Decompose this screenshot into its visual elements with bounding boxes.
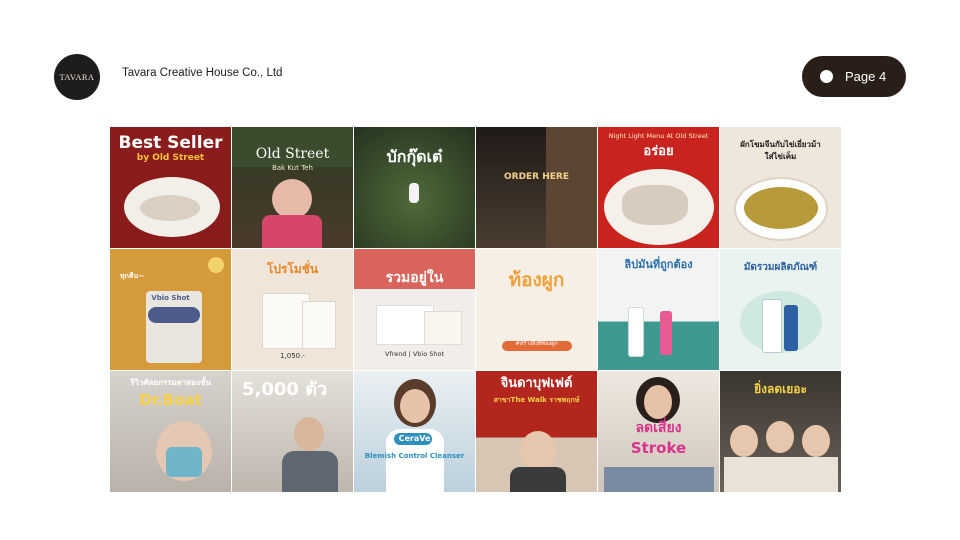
tile-subtitle: Stroke: [630, 439, 687, 457]
tile-title: ORDER HERE: [503, 172, 570, 182]
tile-badge: ทุกคืน~: [120, 272, 145, 280]
tile-subtitle: Bak Kut Teh: [272, 164, 313, 172]
tile-title: CeraVe: [398, 434, 431, 443]
tile-title: มัดรวมผลิตภัณฑ์: [743, 262, 818, 273]
tile-title: ลดเสี่ยง: [635, 420, 682, 436]
tile-title: ท้องผูก: [508, 269, 565, 291]
tile-subtitle: by Old Street: [136, 153, 205, 163]
portfolio-grid: Best Seller by Old Street Old Street Bak…: [110, 127, 841, 492]
portfolio-tile-18: ยิ่งลดเยอะ: [720, 371, 841, 492]
tile-title: Best Seller: [118, 133, 223, 153]
company-logo: TAVARA: [54, 54, 100, 100]
tile-title: ลิปมันที่ถูกต้อง: [624, 258, 693, 271]
portfolio-tile-3: บักกุ๊ดเต๋: [354, 127, 475, 248]
company-name: Tavara Creative House Co., Ltd: [122, 67, 283, 79]
portfolio-tile-16: จินดาบุฟเฟต์ สาขาThe Walk ราชพฤกษ์: [476, 371, 597, 492]
portfolio-tile-17: ลดเสี่ยง Stroke: [598, 371, 719, 492]
tile-title: โปรโมชั่น: [266, 262, 319, 276]
portfolio-tile-6: ผักโขมจีนกับไข่เยี่ยวม้า ใส่ไข่เค็ม: [720, 127, 841, 248]
portfolio-tile-12: มัดรวมผลิตภัณฑ์: [720, 249, 841, 370]
portfolio-tile-2: Old Street Bak Kut Teh: [232, 127, 353, 248]
tile-subtitle: #สร้างสิ่งที่ท้องผูก: [515, 341, 558, 347]
page-indicator: Page 4: [802, 56, 906, 97]
tile-subtitle: 1,050.-: [280, 352, 305, 360]
tile-title: Vbio Shot: [151, 294, 190, 302]
tile-subtitle: ใส่ไข่เค็ม: [764, 152, 797, 161]
page-label: Page 4: [845, 69, 887, 84]
tile-title: บักกุ๊ดเต๋: [386, 147, 443, 166]
tile-title: Old Street: [255, 146, 330, 162]
dot-icon: [820, 70, 833, 83]
tile-subtitle: รีวิวศัลยกรรมตาสองชั้น: [130, 378, 211, 387]
logo-text: TAVARA: [59, 72, 95, 82]
portfolio-tile-1: Best Seller by Old Street: [110, 127, 231, 248]
tile-title: จินดาบุฟเฟต์: [500, 376, 573, 391]
portfolio-tile-14: 5,000 ตัว: [232, 371, 353, 492]
portfolio-tile-13: รีวิวศัลยกรรมตาสองชั้น Dr.Boat: [110, 371, 231, 492]
tile-title: 5,000 ตัว: [242, 379, 327, 400]
tile-title: รวมอยู่ใน: [385, 270, 444, 286]
portfolio-tile-15: CeraVe Blemish Control Cleanser: [354, 371, 475, 492]
portfolio-tile-11: ลิปมันที่ถูกต้อง: [598, 249, 719, 370]
portfolio-tile-4: ORDER HERE: [476, 127, 597, 248]
portfolio-tile-5: Night Light Menu At Old Street อร่อย: [598, 127, 719, 248]
tile-subtitle: Night Light Menu At Old Street: [608, 132, 709, 140]
tile-subtitle: Blemish Control Cleanser: [364, 452, 465, 460]
tile-title: ยิ่งลดเยอะ: [754, 382, 807, 396]
portfolio-tile-9: รวมอยู่ใน Vfrend | Vbio Shot: [354, 249, 475, 370]
tile-title: อร่อย: [643, 144, 674, 159]
tile-subtitle: Vfrend | Vbio Shot: [384, 350, 445, 358]
portfolio-tile-7: ทุกคืน~ Vbio Shot: [110, 249, 231, 370]
portfolio-tile-8: โปรโมชั่น 1,050.-: [232, 249, 353, 370]
tile-title: ผักโขมจีนกับไข่เยี่ยวม้า: [740, 140, 821, 149]
tile-title: Dr.Boat: [139, 391, 202, 409]
portfolio-tile-10: ท้องผูก #สร้างสิ่งที่ท้องผูก: [476, 249, 597, 370]
tile-subtitle: สาขาThe Walk ราชพฤกษ์: [493, 396, 580, 404]
